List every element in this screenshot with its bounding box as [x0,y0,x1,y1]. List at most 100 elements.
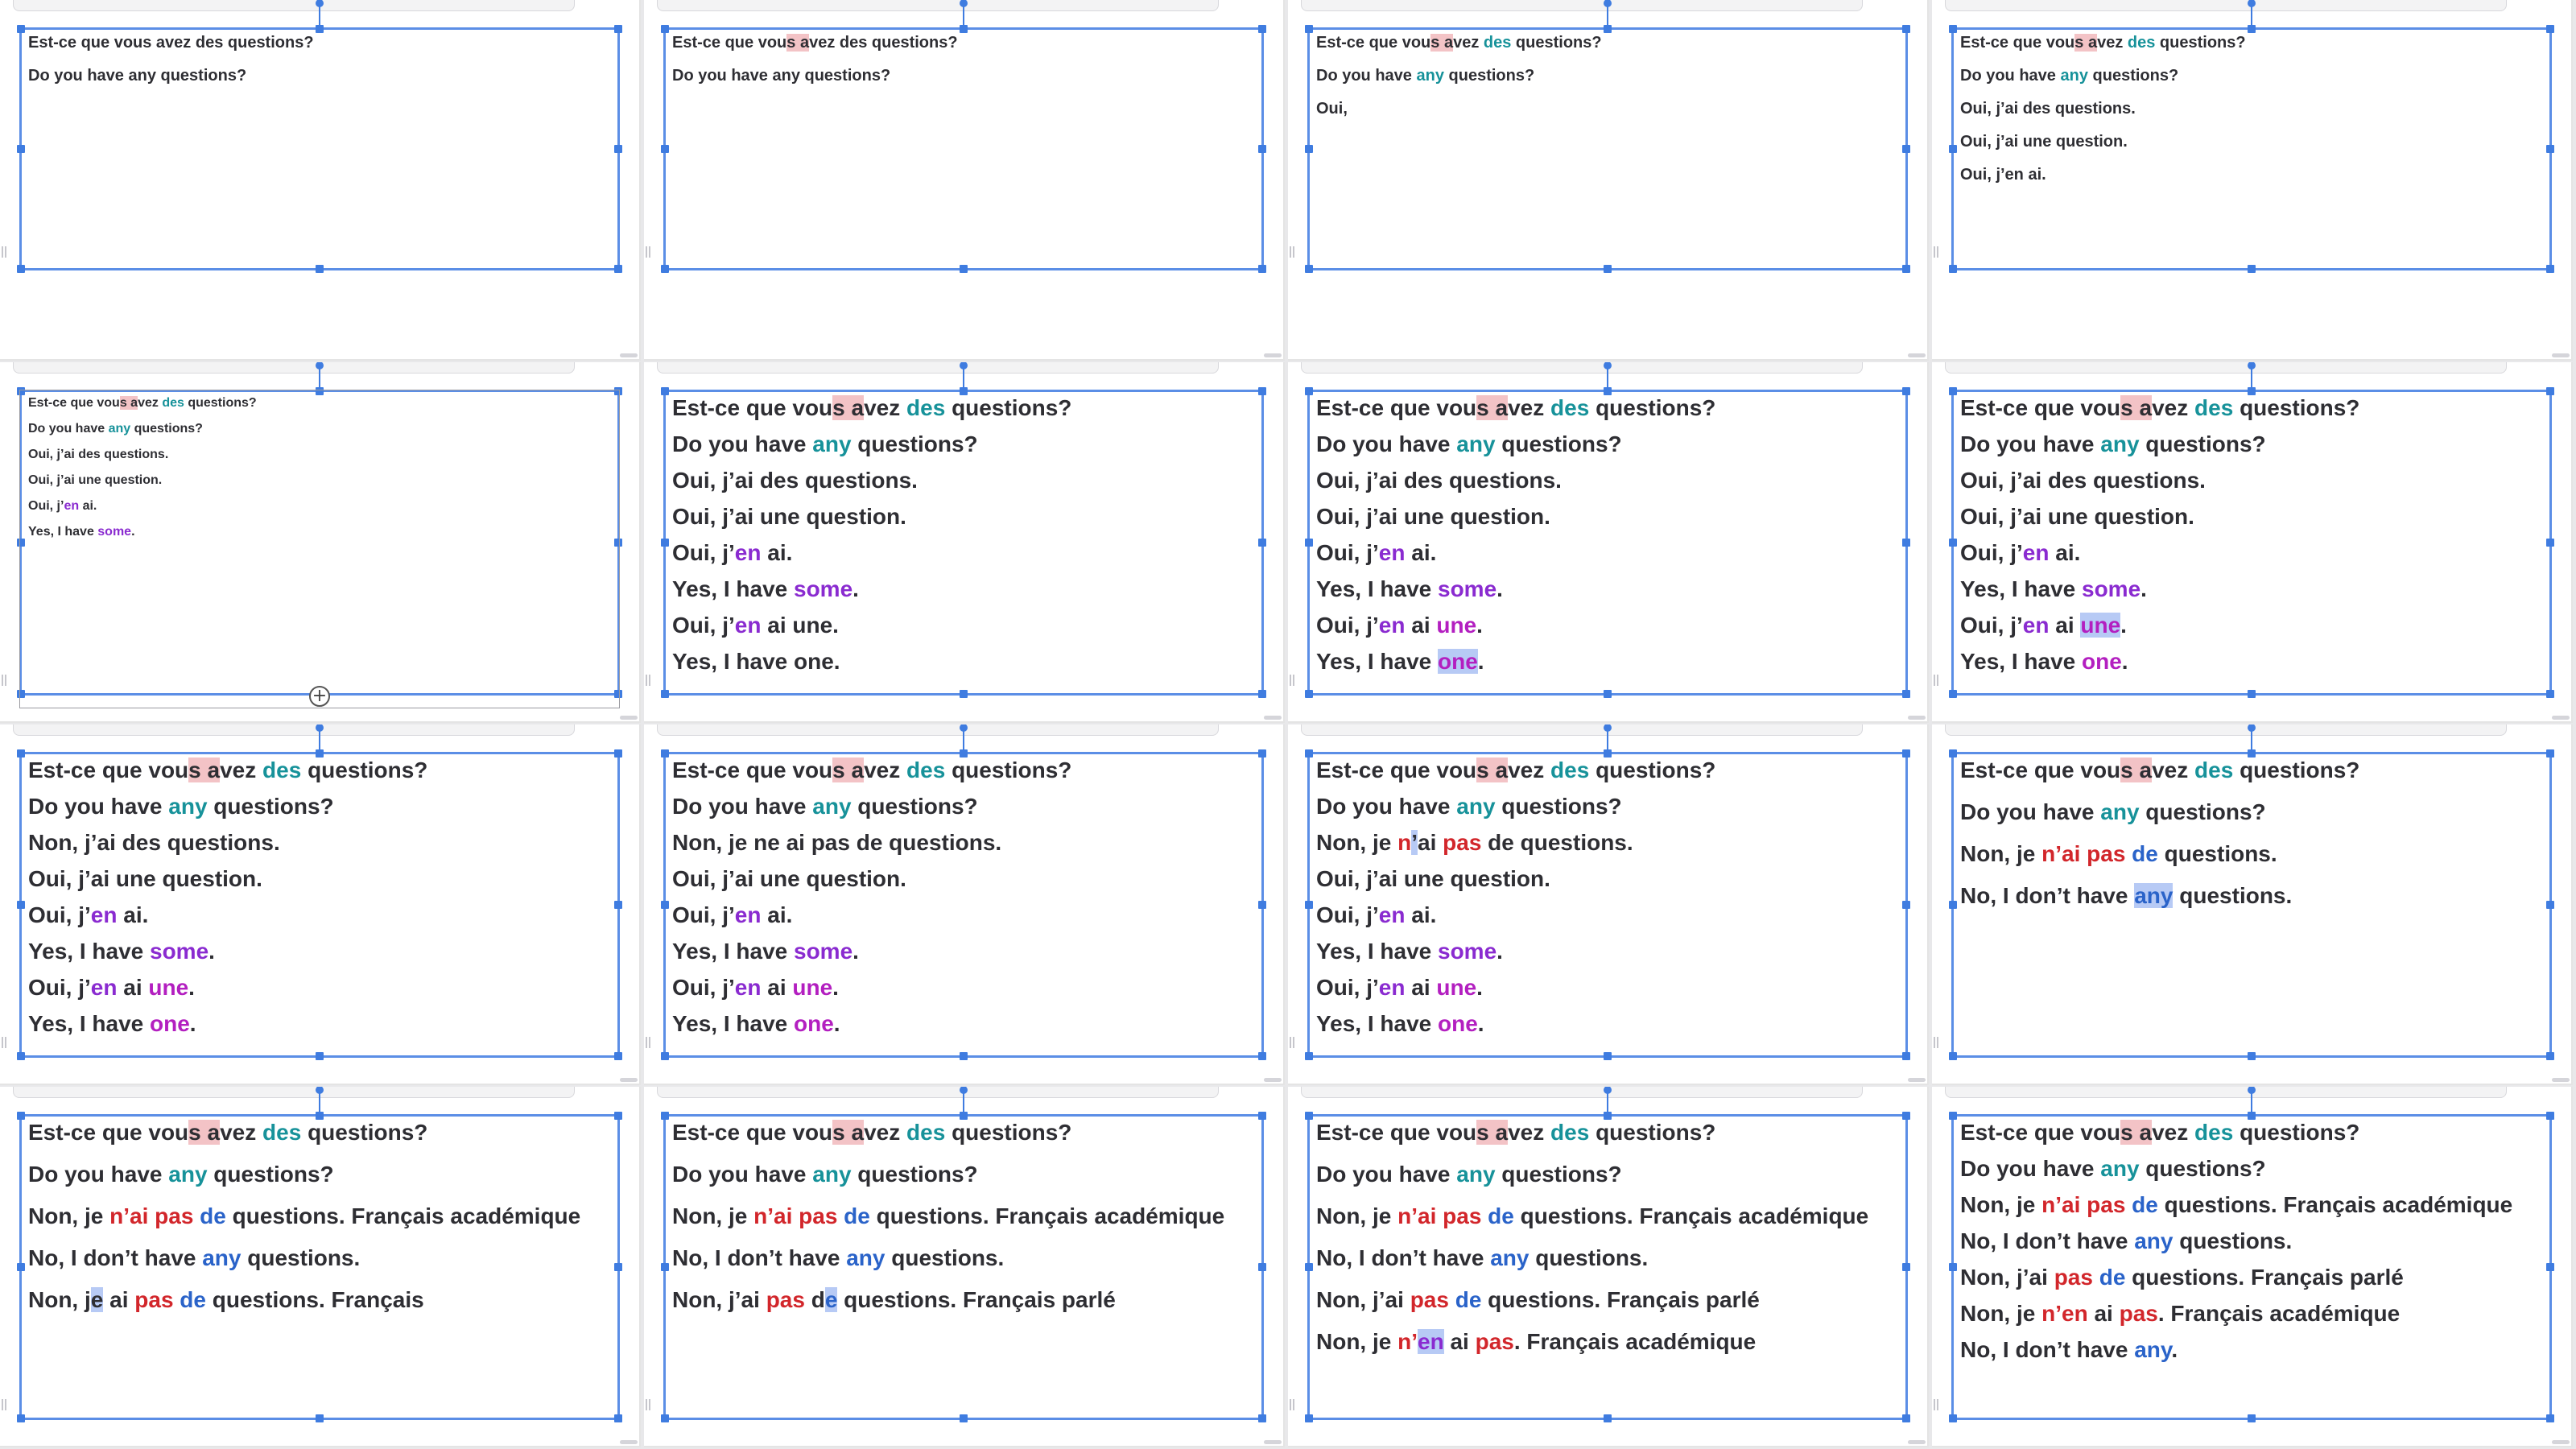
rotate-handle[interactable] [316,362,324,387]
text-line[interactable]: Do you have any questions? [672,433,1255,456]
text-line[interactable]: Yes, I have one. [1316,649,1899,674]
resize-handle[interactable] [1949,387,1957,395]
text-box[interactable]: Est-ce que vous avez des questions? Do yo… [1305,1087,1910,1422]
resize-handle[interactable] [316,265,324,273]
resize-handle[interactable] [661,1052,669,1060]
text-box[interactable]: Est-ce que vous avez des questions? Do yo… [17,724,622,1060]
text-lines[interactable]: Est-ce que vous avez des questions? Do yo… [1960,395,2543,687]
text-box[interactable]: Est-ce que vous avez des questions? Do yo… [661,1087,1266,1422]
text-box[interactable]: Est-ce que vous avez des questions? Do yo… [1305,0,1910,273]
resize-corner-icon[interactable] [620,716,638,720]
text-line[interactable]: Est-ce que vous avez des questions? [28,35,611,51]
toolbar-strip[interactable] [13,724,575,736]
resize-corner-icon[interactable] [620,1078,638,1082]
text-line[interactable]: Oui, j’ai une question. [672,506,1255,528]
resize-handle[interactable] [1949,539,1957,547]
resize-handle[interactable] [614,1112,622,1120]
resize-corner-icon[interactable] [1908,1440,1926,1444]
text-line[interactable]: Non, je n’en ai pas. Français académique [1960,1302,2543,1325]
resize-handle[interactable] [960,25,968,33]
resize-handle[interactable] [17,265,25,273]
resize-handle[interactable] [1258,1052,1266,1060]
resize-handle[interactable] [1305,539,1313,547]
text-line[interactable]: Do you have any questions? [1316,433,1899,456]
text-line[interactable]: Est-ce que vous avez des questions? [28,1120,611,1145]
resize-handle[interactable] [316,1112,324,1120]
text-line[interactable]: Oui, j’ai des questions. [1960,101,2543,117]
resize-handle[interactable] [1258,749,1266,758]
text-line[interactable]: Oui, j’en ai une. [28,976,611,999]
resize-handle[interactable] [1949,749,1957,758]
rotate-handle[interactable] [960,1087,968,1112]
drag-handle-icon[interactable] [1934,675,1938,686]
resize-handle[interactable] [1902,265,1910,273]
toolbar-strip[interactable] [657,0,1219,11]
toolbar-strip[interactable] [657,724,1219,736]
text-line[interactable]: Oui, j’en ai une. [1316,614,1899,637]
resize-handle[interactable] [2546,25,2554,33]
drag-handle-icon[interactable] [2,675,6,686]
resize-handle[interactable] [17,1263,25,1271]
text-line[interactable]: Yes, I have some. [672,940,1255,963]
text-lines[interactable]: Est-ce que vous avez des questions? Do yo… [1316,1120,1899,1373]
resize-handle[interactable] [1902,749,1910,758]
resize-handle[interactable] [316,749,324,758]
resize-handle[interactable] [1305,265,1313,273]
resize-handle[interactable] [2546,1112,2554,1120]
resize-handle[interactable] [1305,1414,1313,1422]
text-line[interactable]: Do you have any questions? [1960,801,2543,824]
resize-handle[interactable] [614,145,622,153]
resize-handle[interactable] [1949,690,1957,698]
text-line[interactable]: Oui, j’ai des questions. [672,469,1255,492]
resize-handle[interactable] [1258,387,1266,395]
resize-handle[interactable] [661,901,669,909]
resize-corner-icon[interactable] [1908,353,1926,357]
text-line[interactable]: Do you have any questions? [1960,1158,2543,1180]
text-line[interactable]: Est-ce que vous avez des questions? [1960,1120,2543,1145]
text-line[interactable]: Est-ce que vous avez des questions? [672,758,1255,782]
resize-handle[interactable] [2248,1414,2256,1422]
text-lines[interactable]: Est-ce que vous avez des questions? Do yo… [672,395,1255,687]
slide-panel[interactable]: Est-ce que vous avez des questions? Do yo… [1932,362,2573,723]
text-box[interactable]: Est-ce que vous avez des questions? Do yo… [661,724,1266,1060]
toolbar-strip[interactable] [1301,1087,1863,1098]
resize-handle[interactable] [316,25,324,33]
text-line[interactable]: Oui, j’en ai. [1960,542,2543,564]
resize-handle[interactable] [2248,25,2256,33]
text-box[interactable]: Est-ce que vous avez des questions? Do yo… [1949,1087,2554,1422]
resize-handle[interactable] [2248,1052,2256,1060]
resize-handle[interactable] [661,25,669,33]
text-box[interactable]: Est-ce que vous avez des questions? Do yo… [17,1087,622,1422]
resize-handle[interactable] [614,25,622,33]
drag-handle-icon[interactable] [646,1037,650,1048]
text-line[interactable]: Non, je n’ai pas de questions. Français … [1316,1205,1899,1228]
resize-handle[interactable] [17,25,25,33]
resize-handle[interactable] [2248,265,2256,273]
resize-handle[interactable] [1258,265,1266,273]
text-line[interactable]: Do you have any questions? [28,1163,611,1186]
resize-corner-icon[interactable] [1908,716,1926,720]
resize-handle[interactable] [1902,145,1910,153]
text-line[interactable]: Oui, j’ai des questions. [1960,469,2543,492]
text-lines[interactable]: Est-ce que vous avez des questions? Do yo… [28,758,611,1049]
text-line[interactable]: Yes, I have one. [1960,650,2543,673]
resize-handle[interactable] [1604,265,1612,273]
resize-handle[interactable] [1902,901,1910,909]
text-line[interactable]: Yes, I have some. [1316,578,1899,601]
toolbar-strip[interactable] [1301,0,1863,11]
resize-handle[interactable] [661,265,669,273]
toolbar-strip[interactable] [1945,0,2507,11]
text-line[interactable]: Oui, j’en ai. [672,904,1255,927]
drag-handle-icon[interactable] [646,246,650,258]
resize-handle[interactable] [1604,387,1612,395]
resize-handle[interactable] [1604,1414,1612,1422]
text-line[interactable]: Oui, j’en ai. [1316,904,1899,927]
slide-panel[interactable]: Est-ce que vous avez des questions? Do yo… [1288,362,1929,723]
text-line[interactable]: Do you have any questions? [28,68,611,84]
text-line[interactable]: No, I don’t have any questions. [1960,883,2543,908]
text-line[interactable]: Est-ce que vous avez des questions? [28,758,611,782]
resize-corner-icon[interactable] [620,1440,638,1444]
text-line[interactable]: Yes, I have one. [28,1013,611,1035]
add-element-icon[interactable]: + [309,686,330,707]
resize-handle[interactable] [1949,25,1957,33]
